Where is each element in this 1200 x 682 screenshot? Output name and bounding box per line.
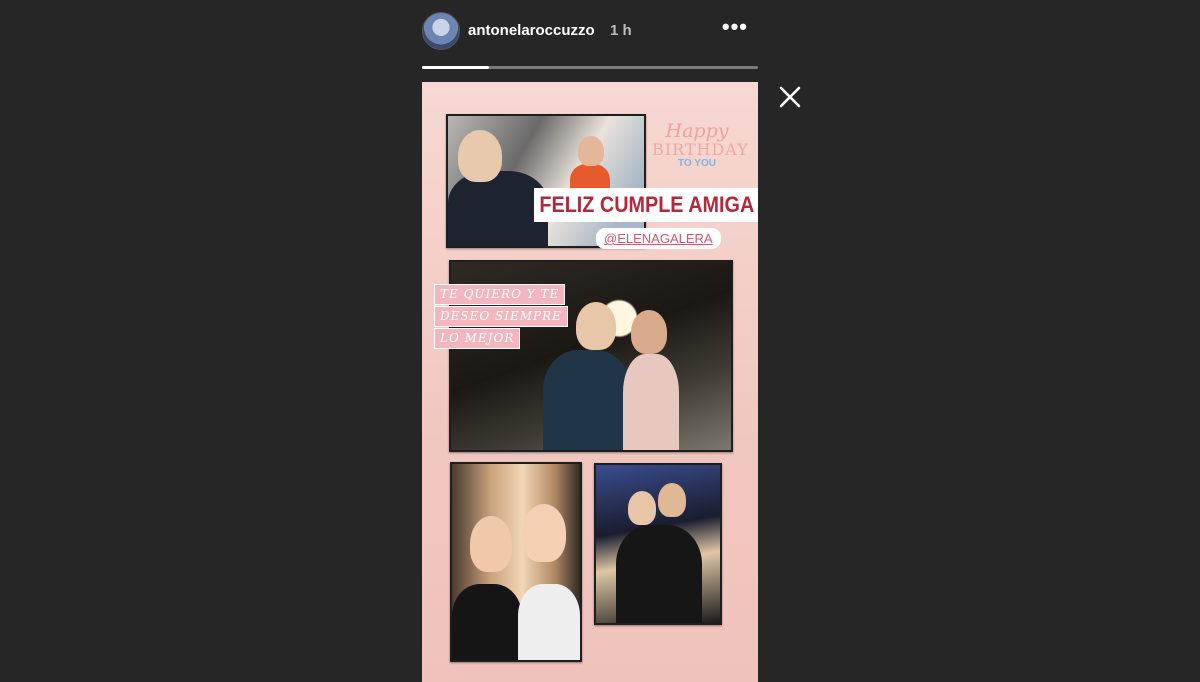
more-icon[interactable]: ••• <box>722 14 748 40</box>
story-progress-fill <box>422 66 490 69</box>
photo-closeup <box>450 462 582 662</box>
mention-tag[interactable]: @ELENAGALERA <box>596 228 721 249</box>
happy-birthday-sticker: Happy BIRTHDAY TO YOU <box>652 120 749 169</box>
sticker-line-3: TO YOU <box>678 157 716 169</box>
timestamp: 1 h <box>610 22 632 39</box>
story-header: antonelaroccuzzo 1 h ••• <box>422 12 758 50</box>
quote-line: DESEO SIEMPRE <box>434 306 568 327</box>
headline-text: FELIZ CUMPLE AMIGA <box>534 188 758 222</box>
quote-line: TE QUIERO Y TE <box>434 284 566 305</box>
story-progress-bar <box>422 66 758 69</box>
quote-line: LO MEJOR <box>434 328 521 349</box>
close-icon[interactable] <box>777 84 803 110</box>
username[interactable]: antonelaroccuzzo <box>468 22 595 39</box>
quote-text: TE QUIERO Y TE DESEO SIEMPRE LO MEJOR <box>434 284 574 350</box>
photo-night <box>594 463 722 625</box>
story-content[interactable]: Happy BIRTHDAY TO YOU FELIZ CUMPLE AMIGA… <box>422 82 758 682</box>
avatar[interactable] <box>422 12 460 50</box>
sticker-line-1: Happy <box>665 120 729 142</box>
sticker-line-2: BIRTHDAY <box>652 139 749 159</box>
